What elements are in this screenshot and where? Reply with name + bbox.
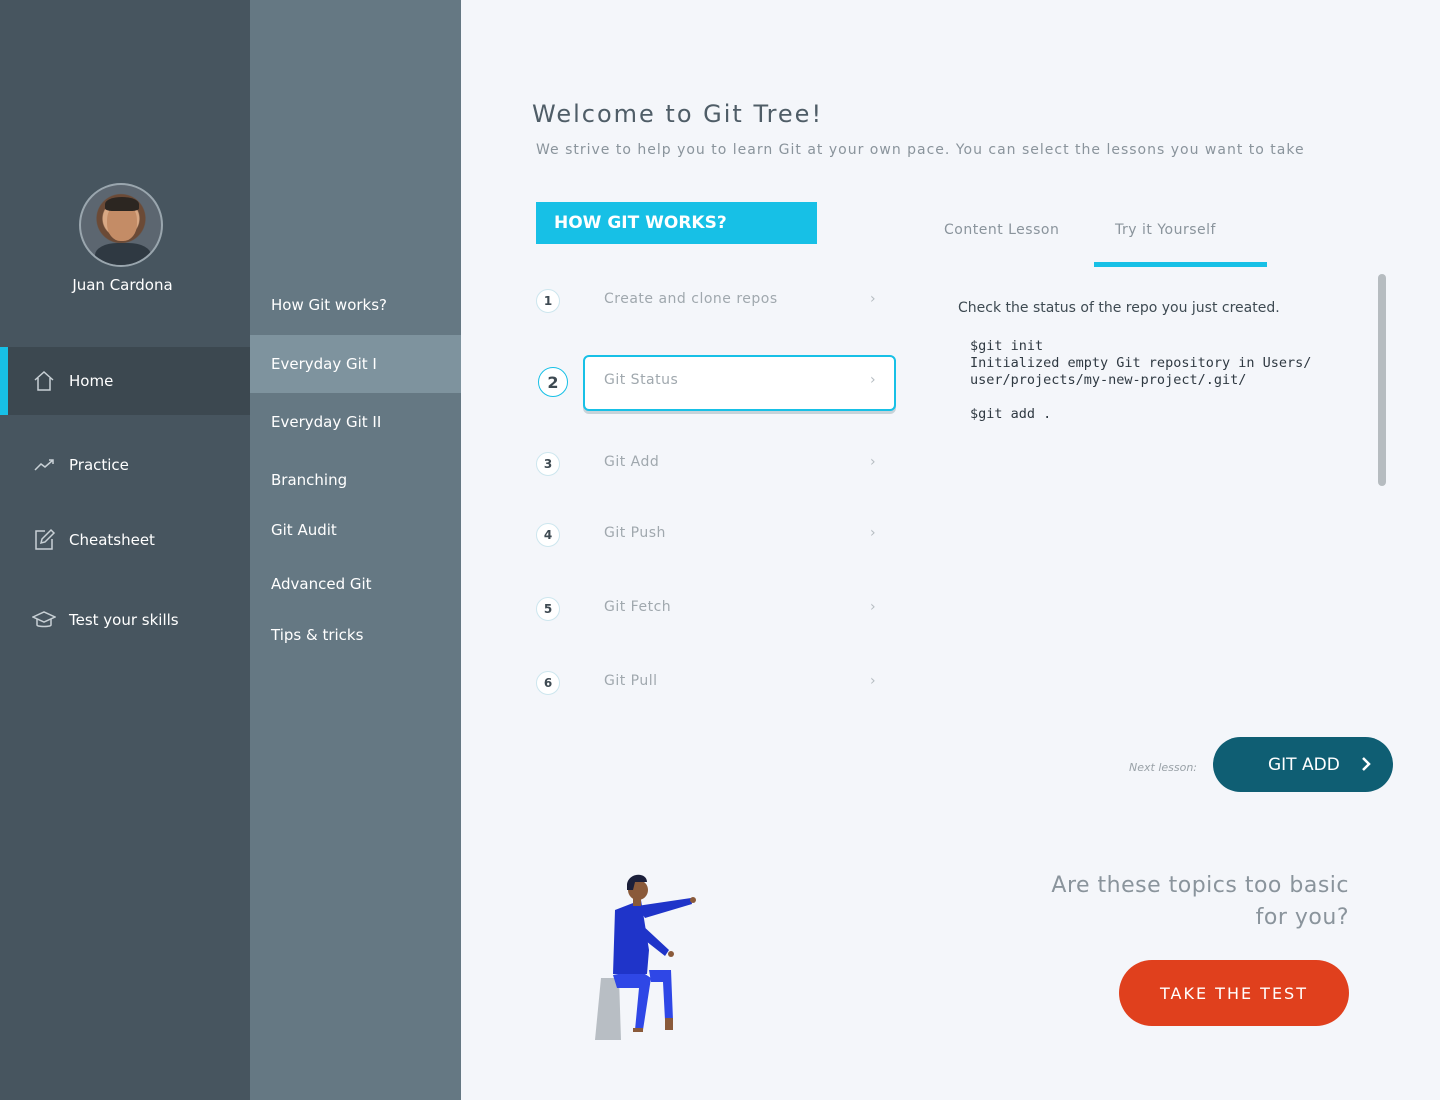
section-header: HOW GIT WORKS? xyxy=(536,202,817,244)
course-item[interactable]: Everyday Git I xyxy=(250,335,461,393)
take-test-button[interactable]: TAKE THE TEST xyxy=(1119,960,1349,1026)
active-tab-indicator xyxy=(1094,262,1267,267)
course-item[interactable]: Advanced Git xyxy=(250,561,461,607)
person-pointing-illustration xyxy=(591,870,711,1045)
lesson-item[interactable]: 6 Git Pull › xyxy=(536,657,896,709)
home-icon xyxy=(34,370,54,391)
course-item[interactable]: How Git works? xyxy=(250,282,461,328)
chevron-right-icon: › xyxy=(870,599,876,615)
lesson-item[interactable]: 1 Create and clone repos › xyxy=(536,275,896,327)
lesson-number: 4 xyxy=(536,523,560,547)
sidebar: Juan Cardona Home Practice Cheatsheet Te… xyxy=(0,0,250,1100)
chevron-right-icon xyxy=(1362,757,1371,771)
graduation-cap-icon xyxy=(32,611,56,628)
sidebar-item-label: Home xyxy=(69,372,114,390)
next-lesson-button[interactable]: GIT ADD xyxy=(1213,737,1393,792)
page-subtitle: We strive to help you to learn Git at yo… xyxy=(536,142,1305,158)
basic-question-text: Are these topics too basic for you? xyxy=(1051,873,1349,930)
lesson-label: Create and clone repos xyxy=(604,291,778,307)
sidebar-item-practice[interactable]: Practice xyxy=(0,431,250,499)
lesson-item[interactable]: 4 Git Push › xyxy=(536,509,896,561)
course-item[interactable]: Git Audit xyxy=(250,507,461,553)
trend-icon xyxy=(34,459,54,471)
sidebar-item-label: Test your skills xyxy=(69,611,179,629)
chevron-right-icon: › xyxy=(870,454,876,470)
lesson-label: Git Add xyxy=(604,454,660,470)
chevron-right-icon: › xyxy=(870,372,876,388)
lesson-label: Git Fetch xyxy=(604,599,672,615)
sidebar-item-test-your-skills[interactable]: Test your skills xyxy=(0,586,250,654)
lesson-label: Git Status xyxy=(604,372,679,388)
tab-try-it-yourself[interactable]: Try it Yourself xyxy=(1115,222,1216,238)
lesson-number: 6 xyxy=(536,671,560,695)
chevron-right-icon: › xyxy=(870,673,876,689)
edit-icon xyxy=(35,528,56,550)
next-lesson-label: Next lesson: xyxy=(1129,761,1198,774)
next-lesson-button-label: GIT ADD xyxy=(1268,754,1340,775)
lesson-number: 5 xyxy=(536,597,560,621)
lesson-label: Git Pull xyxy=(604,673,658,689)
sidebar-item-home[interactable]: Home xyxy=(0,347,250,415)
exercise-panel: Check the status of the repo you just cr… xyxy=(958,300,1338,423)
course-item[interactable]: Everyday Git II xyxy=(250,399,461,445)
course-item[interactable]: Tips & tricks xyxy=(250,612,461,658)
scrollbar[interactable] xyxy=(1378,274,1386,486)
chevron-right-icon: › xyxy=(870,291,876,307)
avatar[interactable] xyxy=(79,183,163,267)
lesson-item[interactable]: 3 Git Add › xyxy=(536,438,896,490)
exercise-instructions: Check the status of the repo you just cr… xyxy=(958,300,1280,316)
sidebar-item-label: Practice xyxy=(69,456,129,474)
course-item[interactable]: Branching xyxy=(250,457,461,503)
course-nav: How Git works? Everyday Git I Everyday G… xyxy=(250,0,461,1100)
tab-content-lesson[interactable]: Content Lesson xyxy=(944,222,1059,238)
lesson-number: 3 xyxy=(536,452,560,476)
lesson-number: 2 xyxy=(538,367,568,397)
lesson-label: Git Push xyxy=(604,525,666,541)
main-content: Welcome to Git Tree! We strive to help y… xyxy=(461,0,1440,1100)
lesson-item[interactable]: 5 Git Fetch › xyxy=(536,583,896,635)
user-name: Juan Cardona xyxy=(72,276,173,294)
chevron-right-icon: › xyxy=(870,525,876,541)
sidebar-item-label: Cheatsheet xyxy=(69,531,155,549)
code-block: $git init Initialized empty Git reposito… xyxy=(970,338,1312,422)
page-title: Welcome to Git Tree! xyxy=(532,100,824,128)
lesson-item-active[interactable]: 2 Git Status › xyxy=(536,355,896,411)
sidebar-item-cheatsheet[interactable]: Cheatsheet xyxy=(0,506,250,574)
lesson-number: 1 xyxy=(536,289,560,313)
